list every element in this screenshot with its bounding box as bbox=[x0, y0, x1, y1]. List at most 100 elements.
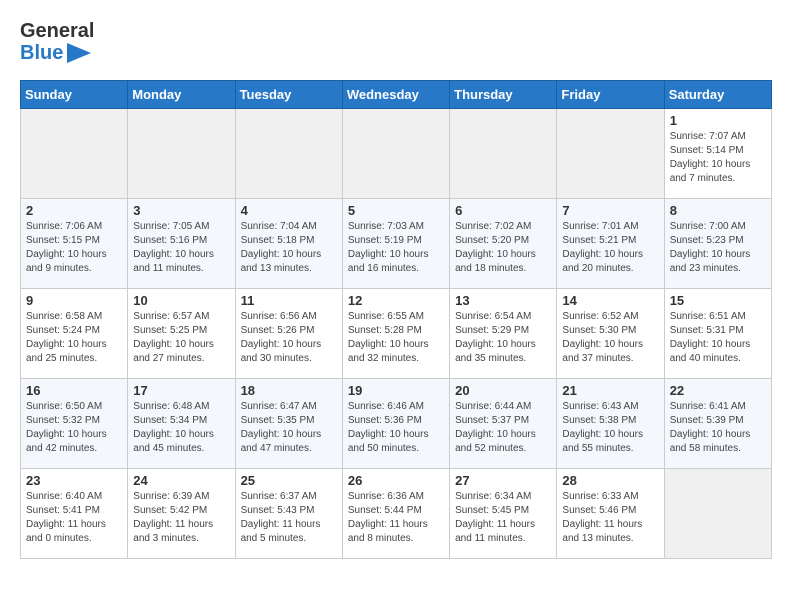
day-number: 27 bbox=[455, 473, 551, 488]
day-info: Sunrise: 7:05 AM Sunset: 5:16 PM Dayligh… bbox=[133, 220, 229, 276]
day-number: 6 bbox=[455, 203, 551, 218]
day-cell: 15 Sunrise: 6:51 AM Sunset: 5:31 PM Dayli… bbox=[664, 289, 771, 379]
day-cell: 11 Sunrise: 6:56 AM Sunset: 5:26 PM Dayli… bbox=[235, 289, 342, 379]
day-cell: 24Sunrise: 6:39 AM Sunset: 5:42 PM Dayli… bbox=[128, 469, 235, 559]
day-info: Sunrise: 7:07 AM Sunset: 5:14 PM Dayligh… bbox=[670, 130, 766, 186]
day-number: 13 bbox=[455, 293, 551, 308]
day-cell: 18 Sunrise: 6:47 AM Sunset: 5:35 PM Dayli… bbox=[235, 379, 342, 469]
day-cell: 6 Sunrise: 7:02 AM Sunset: 5:20 PM Daylig… bbox=[450, 199, 557, 289]
day-info: Sunrise: 6:48 AM Sunset: 5:34 PM Dayligh… bbox=[133, 400, 229, 456]
day-number: 20 bbox=[455, 383, 551, 398]
day-number: 16 bbox=[26, 383, 122, 398]
day-number: 7 bbox=[562, 203, 658, 218]
day-info: Sunrise: 6:46 AM Sunset: 5:36 PM Dayligh… bbox=[348, 400, 444, 456]
logo-text: General Blue bbox=[20, 20, 94, 64]
week-row-2: 2Sunrise: 7:06 AM Sunset: 5:15 PM Daylig… bbox=[21, 199, 772, 289]
calendar-body: 1 Sunrise: 7:07 AM Sunset: 5:14 PM Daylig… bbox=[21, 109, 772, 559]
week-row-3: 9Sunrise: 6:58 AM Sunset: 5:24 PM Daylig… bbox=[21, 289, 772, 379]
day-cell: 26 Sunrise: 6:36 AM Sunset: 5:44 PM Dayli… bbox=[342, 469, 449, 559]
day-number: 23 bbox=[26, 473, 122, 488]
logo: General Blue bbox=[20, 20, 94, 64]
day-number: 5 bbox=[348, 203, 444, 218]
day-cell bbox=[450, 109, 557, 199]
day-info: Sunrise: 6:44 AM Sunset: 5:37 PM Dayligh… bbox=[455, 400, 551, 456]
day-number: 19 bbox=[348, 383, 444, 398]
day-info: Sunrise: 7:04 AM Sunset: 5:18 PM Dayligh… bbox=[241, 220, 337, 276]
day-number: 26 bbox=[348, 473, 444, 488]
day-info: Sunrise: 6:50 AM Sunset: 5:32 PM Dayligh… bbox=[26, 400, 122, 456]
blue-arrow-icon bbox=[67, 43, 91, 63]
day-info: Sunrise: 6:52 AM Sunset: 5:30 PM Dayligh… bbox=[562, 310, 658, 366]
day-info: Sunrise: 7:03 AM Sunset: 5:19 PM Dayligh… bbox=[348, 220, 444, 276]
header-row: SundayMondayTuesdayWednesdayThursdayFrid… bbox=[21, 81, 772, 109]
header-cell-monday: Monday bbox=[128, 81, 235, 109]
day-cell: 14 Sunrise: 6:52 AM Sunset: 5:30 PM Dayli… bbox=[557, 289, 664, 379]
day-number: 24 bbox=[133, 473, 229, 488]
day-info: Sunrise: 6:51 AM Sunset: 5:31 PM Dayligh… bbox=[670, 310, 766, 366]
day-number: 22 bbox=[670, 383, 766, 398]
day-info: Sunrise: 6:36 AM Sunset: 5:44 PM Dayligh… bbox=[348, 490, 444, 546]
day-cell: 17Sunrise: 6:48 AM Sunset: 5:34 PM Dayli… bbox=[128, 379, 235, 469]
day-cell: 12 Sunrise: 6:55 AM Sunset: 5:28 PM Dayli… bbox=[342, 289, 449, 379]
day-cell bbox=[128, 109, 235, 199]
day-info: Sunrise: 6:40 AM Sunset: 5:41 PM Dayligh… bbox=[26, 490, 122, 546]
day-number: 18 bbox=[241, 383, 337, 398]
day-info: Sunrise: 6:34 AM Sunset: 5:45 PM Dayligh… bbox=[455, 490, 551, 546]
header-cell-tuesday: Tuesday bbox=[235, 81, 342, 109]
day-info: Sunrise: 6:54 AM Sunset: 5:29 PM Dayligh… bbox=[455, 310, 551, 366]
day-info: Sunrise: 6:33 AM Sunset: 5:46 PM Dayligh… bbox=[562, 490, 658, 546]
day-number: 12 bbox=[348, 293, 444, 308]
day-info: Sunrise: 6:37 AM Sunset: 5:43 PM Dayligh… bbox=[241, 490, 337, 546]
day-info: Sunrise: 6:41 AM Sunset: 5:39 PM Dayligh… bbox=[670, 400, 766, 456]
day-cell bbox=[21, 109, 128, 199]
header-cell-saturday: Saturday bbox=[664, 81, 771, 109]
day-cell: 10 Sunrise: 6:57 AM Sunset: 5:25 PM Dayli… bbox=[128, 289, 235, 379]
header-cell-thursday: Thursday bbox=[450, 81, 557, 109]
day-info: Sunrise: 6:43 AM Sunset: 5:38 PM Dayligh… bbox=[562, 400, 658, 456]
day-cell: 9Sunrise: 6:58 AM Sunset: 5:24 PM Daylig… bbox=[21, 289, 128, 379]
day-cell: 28 Sunrise: 6:33 AM Sunset: 5:46 PM Dayli… bbox=[557, 469, 664, 559]
week-row-5: 23 Sunrise: 6:40 AM Sunset: 5:41 PM Dayli… bbox=[21, 469, 772, 559]
day-info: Sunrise: 6:56 AM Sunset: 5:26 PM Dayligh… bbox=[241, 310, 337, 366]
day-info: Sunrise: 6:57 AM Sunset: 5:25 PM Dayligh… bbox=[133, 310, 229, 366]
day-number: 11 bbox=[241, 293, 337, 308]
day-number: 28 bbox=[562, 473, 658, 488]
day-info: Sunrise: 7:02 AM Sunset: 5:20 PM Dayligh… bbox=[455, 220, 551, 276]
day-info: Sunrise: 7:00 AM Sunset: 5:23 PM Dayligh… bbox=[670, 220, 766, 276]
day-number: 25 bbox=[241, 473, 337, 488]
day-number: 4 bbox=[241, 203, 337, 218]
day-cell: 22 Sunrise: 6:41 AM Sunset: 5:39 PM Dayli… bbox=[664, 379, 771, 469]
calendar-table: SundayMondayTuesdayWednesdayThursdayFrid… bbox=[20, 80, 772, 559]
day-cell: 8 Sunrise: 7:00 AM Sunset: 5:23 PM Daylig… bbox=[664, 199, 771, 289]
day-number: 10 bbox=[133, 293, 229, 308]
day-info: Sunrise: 6:47 AM Sunset: 5:35 PM Dayligh… bbox=[241, 400, 337, 456]
calendar-header: SundayMondayTuesdayWednesdayThursdayFrid… bbox=[21, 81, 772, 109]
week-row-1: 1 Sunrise: 7:07 AM Sunset: 5:14 PM Daylig… bbox=[21, 109, 772, 199]
day-cell bbox=[664, 469, 771, 559]
day-info: Sunrise: 6:55 AM Sunset: 5:28 PM Dayligh… bbox=[348, 310, 444, 366]
day-number: 3 bbox=[133, 203, 229, 218]
page-header: General Blue bbox=[20, 20, 772, 64]
day-info: Sunrise: 7:01 AM Sunset: 5:21 PM Dayligh… bbox=[562, 220, 658, 276]
day-cell: 2Sunrise: 7:06 AM Sunset: 5:15 PM Daylig… bbox=[21, 199, 128, 289]
day-number: 14 bbox=[562, 293, 658, 308]
day-number: 9 bbox=[26, 293, 122, 308]
day-cell: 23 Sunrise: 6:40 AM Sunset: 5:41 PM Dayli… bbox=[21, 469, 128, 559]
day-number: 15 bbox=[670, 293, 766, 308]
day-cell: 16 Sunrise: 6:50 AM Sunset: 5:32 PM Dayli… bbox=[21, 379, 128, 469]
day-cell: 7 Sunrise: 7:01 AM Sunset: 5:21 PM Daylig… bbox=[557, 199, 664, 289]
day-number: 21 bbox=[562, 383, 658, 398]
day-cell: 25 Sunrise: 6:37 AM Sunset: 5:43 PM Dayli… bbox=[235, 469, 342, 559]
header-cell-sunday: Sunday bbox=[21, 81, 128, 109]
week-row-4: 16 Sunrise: 6:50 AM Sunset: 5:32 PM Dayli… bbox=[21, 379, 772, 469]
header-cell-wednesday: Wednesday bbox=[342, 81, 449, 109]
day-cell: 4 Sunrise: 7:04 AM Sunset: 5:18 PM Daylig… bbox=[235, 199, 342, 289]
day-cell: 13 Sunrise: 6:54 AM Sunset: 5:29 PM Dayli… bbox=[450, 289, 557, 379]
day-cell: 3 Sunrise: 7:05 AM Sunset: 5:16 PM Daylig… bbox=[128, 199, 235, 289]
day-number: 8 bbox=[670, 203, 766, 218]
day-cell: 1 Sunrise: 7:07 AM Sunset: 5:14 PM Daylig… bbox=[664, 109, 771, 199]
day-cell bbox=[557, 109, 664, 199]
day-number: 1 bbox=[670, 113, 766, 128]
day-cell: 20 Sunrise: 6:44 AM Sunset: 5:37 PM Dayli… bbox=[450, 379, 557, 469]
day-cell: 21 Sunrise: 6:43 AM Sunset: 5:38 PM Dayli… bbox=[557, 379, 664, 469]
